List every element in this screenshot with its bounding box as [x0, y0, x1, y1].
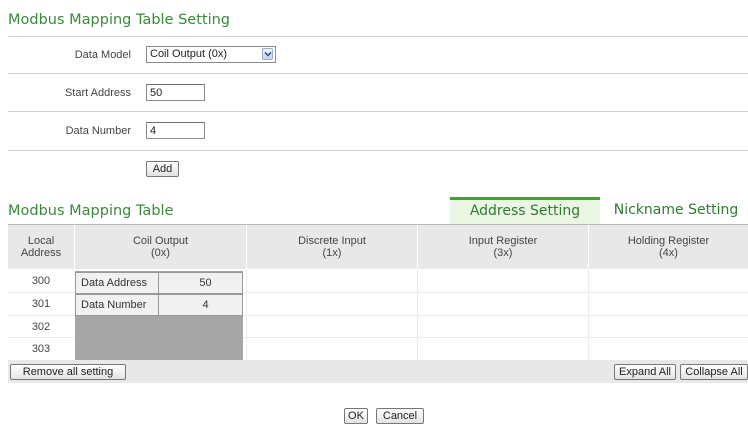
column-divider: [417, 225, 418, 269]
col-discrete-input-line1: Discrete Input: [298, 235, 366, 247]
remove-all-setting-button[interactable]: Remove all setting: [10, 364, 126, 380]
divider: [8, 111, 748, 112]
divider: [8, 150, 748, 151]
column-divider: [74, 225, 75, 269]
cancel-button[interactable]: Cancel: [376, 408, 424, 424]
col-coil-output: Coil Output (0x): [75, 225, 246, 269]
data-address-value: 50: [158, 272, 243, 294]
column-divider: [588, 269, 589, 360]
collapse-all-button[interactable]: Collapse All: [680, 364, 748, 380]
data-model-value: Coil Output (0x): [150, 48, 228, 60]
col-holding-register: Holding Register (4x): [589, 225, 748, 269]
start-address-label: Start Address: [64, 87, 131, 99]
table-title: Modbus Mapping Table: [8, 203, 174, 219]
column-divider: [417, 269, 418, 360]
col-local-address-line2: Address: [20, 247, 62, 259]
col-coil-output-line1: Coil Output: [132, 235, 189, 247]
col-holding-register-line1: Holding Register: [627, 235, 710, 247]
divider: [8, 73, 748, 74]
col-local-address: Local Address: [8, 225, 74, 269]
tab-nickname-setting[interactable]: Nickname Setting: [604, 197, 748, 225]
data-address-label: Data Address: [75, 272, 159, 294]
setting-title: Modbus Mapping Table Setting: [8, 12, 231, 28]
column-divider: [588, 225, 589, 269]
col-input-register-line2: (3x): [493, 247, 513, 259]
local-address-302: 302: [31, 321, 51, 333]
chevron-down-icon[interactable]: [262, 48, 273, 60]
col-input-register: Input Register (3x): [418, 225, 588, 269]
column-divider: [246, 225, 247, 269]
local-address-303: 303: [31, 343, 51, 355]
data-number-label: Data Number: [65, 125, 131, 137]
tab-address-setting[interactable]: Address Setting: [450, 197, 600, 225]
ok-button[interactable]: OK: [344, 408, 368, 424]
col-coil-output-line2: (0x): [151, 247, 170, 259]
data-number-label: Data Number: [75, 294, 159, 316]
expand-all-button[interactable]: Expand All: [614, 364, 676, 380]
col-holding-register-line2: (4x): [659, 247, 678, 259]
add-button[interactable]: Add: [146, 161, 179, 177]
data-number-input[interactable]: 4: [146, 122, 205, 139]
local-address-300: 300: [31, 275, 51, 287]
col-local-address-line1: Local: [27, 235, 55, 247]
column-divider: [246, 269, 247, 360]
col-discrete-input-line2: (1x): [322, 247, 342, 259]
data-model-select[interactable]: Coil Output (0x): [146, 46, 276, 63]
start-address-input[interactable]: 50: [146, 84, 205, 101]
data-number-value: 4: [158, 294, 243, 316]
divider: [8, 36, 748, 37]
col-input-register-line1: Input Register: [468, 235, 538, 247]
local-address-301: 301: [31, 298, 51, 310]
col-discrete-input: Discrete Input (1x): [247, 225, 417, 269]
data-model-label: Data Model: [74, 49, 131, 61]
